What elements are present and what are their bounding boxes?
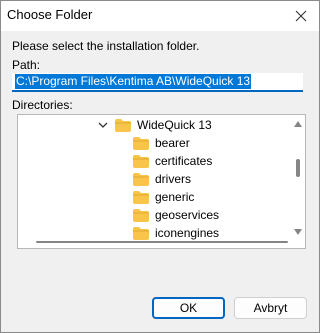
tree-item-parent[interactable]: WideQuick 13 xyxy=(97,116,212,134)
close-button[interactable] xyxy=(283,1,319,31)
title-bar: Choose Folder xyxy=(1,1,319,31)
tree-item-label: bearer xyxy=(155,136,190,150)
tree-item[interactable]: drivers xyxy=(133,170,191,188)
scroll-thumb[interactable] xyxy=(296,159,300,177)
folder-icon xyxy=(133,172,149,186)
close-icon xyxy=(295,10,307,22)
window-title: Choose Folder xyxy=(7,7,93,22)
path-input[interactable]: C:\Program Files\Kentima AB\WideQuick 13 xyxy=(12,73,303,92)
tree-item-label: drivers xyxy=(155,172,192,186)
tree-item[interactable]: geoservices xyxy=(133,206,219,224)
tree-item[interactable]: certificates xyxy=(133,152,212,170)
chevron-down-icon[interactable] xyxy=(97,119,109,131)
tree-item-label: certificates xyxy=(155,154,213,168)
scroll-up-icon[interactable] xyxy=(294,121,302,127)
directory-tree[interactable]: WideQuick 13 bearer certificates drivers… xyxy=(17,114,306,249)
tree-item-label: geoservices xyxy=(155,208,220,222)
choose-folder-dialog: Choose Folder Please select the installa… xyxy=(0,0,320,333)
ok-button[interactable]: OK xyxy=(152,297,225,319)
tree-item[interactable]: bearer xyxy=(133,134,190,152)
tree-item-label: generic xyxy=(155,190,195,204)
folder-icon xyxy=(133,154,149,168)
folder-icon xyxy=(115,118,131,132)
tree-item-label: WideQuick 13 xyxy=(137,118,212,132)
vertical-scrollbar[interactable] xyxy=(291,115,305,235)
horizontal-scroll-thumb[interactable] xyxy=(36,241,288,243)
directories-label: Directories: xyxy=(12,98,73,112)
cancel-button[interactable]: Avbryt xyxy=(234,297,307,319)
folder-icon xyxy=(133,136,149,150)
scroll-down-icon[interactable] xyxy=(294,229,302,235)
instruction-text: Please select the installation folder. xyxy=(12,39,200,53)
folder-icon xyxy=(133,190,149,204)
folder-icon xyxy=(133,208,149,222)
horizontal-scrollbar[interactable] xyxy=(18,236,305,248)
path-label: Path: xyxy=(12,58,41,72)
tree-item[interactable]: generic xyxy=(133,188,194,206)
path-value: C:\Program Files\Kentima AB\WideQuick 13 xyxy=(15,74,252,89)
